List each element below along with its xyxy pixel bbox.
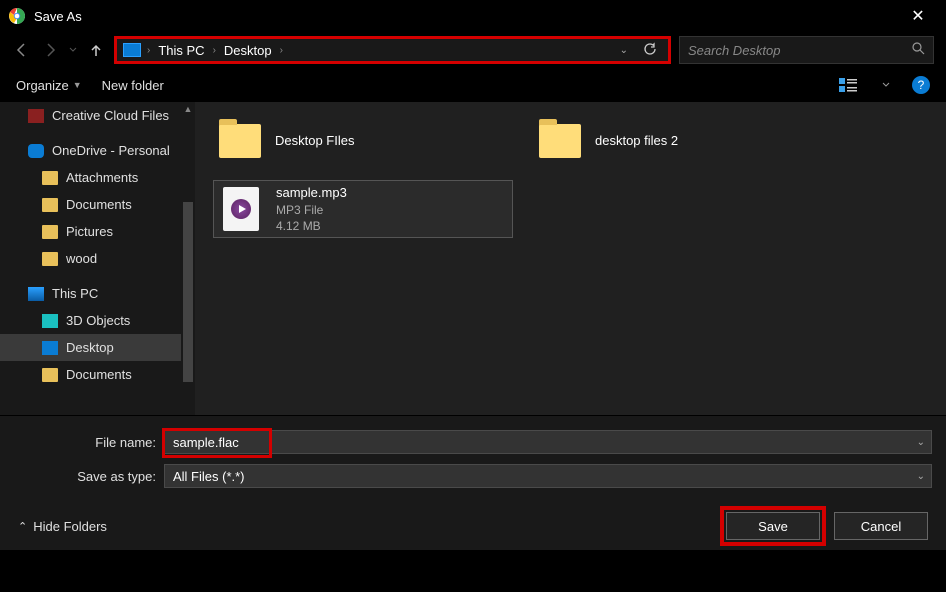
chevron-down-icon[interactable]: ⌄ bbox=[917, 437, 925, 448]
file-list[interactable]: Desktop FIles desktop files 2 sample.mp3… bbox=[195, 102, 946, 415]
sidebar: Creative Cloud Files OneDrive - Personal… bbox=[0, 102, 195, 415]
sidebar-item-label: Desktop bbox=[66, 340, 114, 355]
view-options-button[interactable] bbox=[836, 78, 860, 92]
filename-label: File name: bbox=[14, 435, 164, 450]
cancel-button[interactable]: Cancel bbox=[834, 512, 928, 540]
refresh-button[interactable] bbox=[638, 42, 662, 59]
cloud-icon bbox=[28, 144, 44, 158]
chevron-up-icon: ⌃ bbox=[18, 520, 27, 533]
sidebar-item-label: Creative Cloud Files bbox=[52, 108, 169, 123]
sidebar-item-documents-2[interactable]: Documents bbox=[0, 361, 195, 388]
organize-label: Organize bbox=[16, 78, 69, 93]
sidebar-item-attachments[interactable]: Attachments bbox=[0, 164, 195, 191]
filename-input[interactable]: sample.flac ⌄ bbox=[164, 430, 932, 454]
titlebar: Save As ✕ bbox=[0, 0, 946, 32]
chevron-right-icon: › bbox=[213, 45, 216, 56]
back-button[interactable] bbox=[12, 40, 32, 60]
file-name: sample.mp3 bbox=[276, 184, 347, 202]
hide-folders-label: Hide Folders bbox=[33, 519, 107, 534]
desktop-icon bbox=[42, 341, 58, 355]
save-form: File name: sample.flac ⌄ Save as type: A… bbox=[0, 415, 946, 550]
sidebar-item-label: Documents bbox=[66, 197, 132, 212]
sidebar-item-creative-cloud[interactable]: Creative Cloud Files bbox=[0, 102, 195, 129]
cube-icon bbox=[42, 314, 58, 328]
view-dropdown[interactable] bbox=[880, 81, 892, 89]
file-name: desktop files 2 bbox=[595, 132, 678, 150]
folder-icon bbox=[28, 109, 44, 123]
search-placeholder: Search Desktop bbox=[688, 43, 912, 58]
file-item-folder[interactable]: Desktop FIles bbox=[213, 112, 513, 170]
file-kind: MP3 File bbox=[276, 202, 347, 218]
sidebar-item-label: This PC bbox=[52, 286, 98, 301]
folder-icon bbox=[42, 252, 58, 266]
savetype-label: Save as type: bbox=[14, 469, 164, 484]
sidebar-item-desktop[interactable]: Desktop bbox=[0, 334, 195, 361]
chevron-down-icon: ▼ bbox=[73, 80, 82, 90]
audio-file-icon bbox=[218, 186, 264, 232]
folder-icon bbox=[42, 368, 58, 382]
sidebar-item-onedrive[interactable]: OneDrive - Personal bbox=[0, 137, 195, 164]
recent-dropdown[interactable] bbox=[68, 40, 78, 60]
breadcrumb-this-pc[interactable]: This PC bbox=[156, 43, 206, 58]
window-title: Save As bbox=[34, 9, 898, 24]
app-icon bbox=[8, 7, 26, 25]
scrollbar-thumb[interactable] bbox=[183, 202, 193, 382]
forward-button[interactable] bbox=[40, 40, 60, 60]
sidebar-item-label: OneDrive - Personal bbox=[52, 143, 170, 158]
savetype-select[interactable]: All Files (*.*) ⌄ bbox=[164, 464, 932, 488]
chevron-right-icon: › bbox=[280, 45, 283, 56]
main-area: Creative Cloud Files OneDrive - Personal… bbox=[0, 102, 946, 415]
up-button[interactable] bbox=[86, 40, 106, 60]
folder-icon bbox=[537, 118, 583, 164]
address-dropdown[interactable]: ⌄ bbox=[620, 45, 628, 56]
toolbar: Organize ▼ New folder ? bbox=[0, 68, 946, 102]
sidebar-item-label: Attachments bbox=[66, 170, 138, 185]
folder-icon bbox=[42, 198, 58, 212]
file-size: 4.12 MB bbox=[276, 218, 347, 234]
sidebar-item-wood[interactable]: wood bbox=[0, 245, 195, 272]
sidebar-item-this-pc[interactable]: This PC bbox=[0, 280, 195, 307]
chevron-down-icon[interactable]: ⌄ bbox=[917, 471, 925, 482]
address-bar[interactable]: › This PC › Desktop › ⌄ bbox=[114, 36, 671, 64]
search-input[interactable]: Search Desktop bbox=[679, 36, 934, 64]
sidebar-item-documents[interactable]: Documents bbox=[0, 191, 195, 218]
close-button[interactable]: ✕ bbox=[898, 6, 938, 26]
breadcrumb-desktop[interactable]: Desktop bbox=[222, 43, 274, 58]
pc-icon bbox=[28, 287, 44, 301]
save-button[interactable]: Save bbox=[726, 512, 820, 540]
sidebar-scrollbar[interactable]: ▲ bbox=[181, 102, 195, 415]
folder-icon bbox=[42, 225, 58, 239]
file-name: Desktop FIles bbox=[275, 132, 354, 150]
sidebar-item-label: Pictures bbox=[66, 224, 113, 239]
sidebar-item-label: wood bbox=[66, 251, 97, 266]
folder-icon bbox=[42, 171, 58, 185]
sidebar-item-pictures[interactable]: Pictures bbox=[0, 218, 195, 245]
folder-icon bbox=[217, 118, 263, 164]
help-button[interactable]: ? bbox=[912, 76, 930, 94]
new-folder-button[interactable]: New folder bbox=[102, 78, 164, 93]
sidebar-item-3d-objects[interactable]: 3D Objects bbox=[0, 307, 195, 334]
sidebar-item-label: Documents bbox=[66, 367, 132, 382]
scroll-up-icon[interactable]: ▲ bbox=[181, 102, 195, 116]
file-item-mp3[interactable]: sample.mp3 MP3 File 4.12 MB bbox=[213, 180, 513, 238]
filename-value: sample.flac bbox=[173, 435, 239, 450]
organize-button[interactable]: Organize ▼ bbox=[16, 78, 82, 93]
pc-icon bbox=[123, 43, 141, 57]
save-label: Save bbox=[758, 519, 788, 534]
nav-row: › This PC › Desktop › ⌄ Search Desktop bbox=[0, 32, 946, 68]
sidebar-item-label: 3D Objects bbox=[66, 313, 130, 328]
chevron-right-icon: › bbox=[147, 45, 150, 56]
file-item-folder[interactable]: desktop files 2 bbox=[533, 112, 833, 170]
search-icon bbox=[912, 42, 925, 58]
new-folder-label: New folder bbox=[102, 78, 164, 93]
hide-folders-button[interactable]: ⌃ Hide Folders bbox=[18, 519, 107, 534]
cancel-label: Cancel bbox=[861, 519, 901, 534]
savetype-value: All Files (*.*) bbox=[173, 469, 245, 484]
